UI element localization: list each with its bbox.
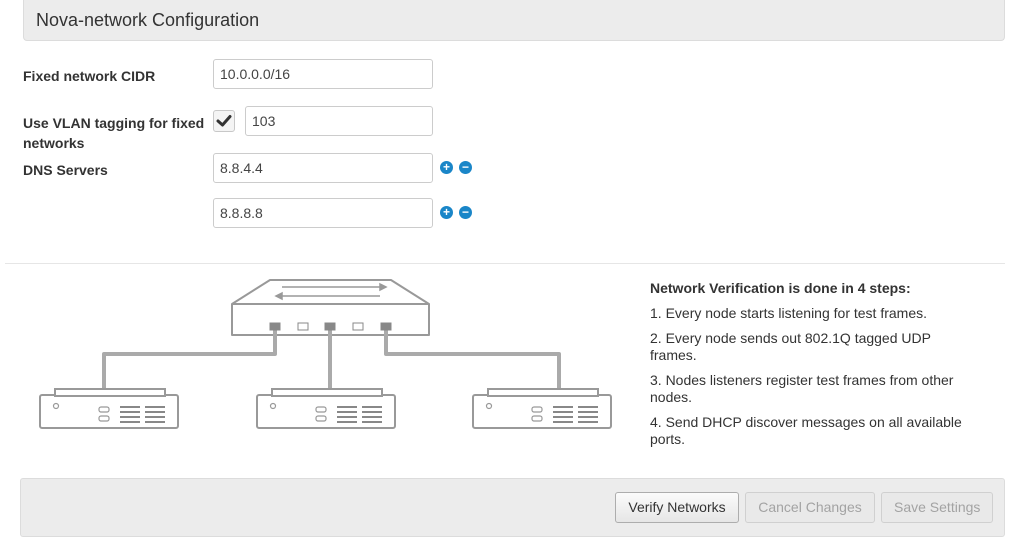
cancel-changes-button[interactable]: Cancel Changes [745, 492, 875, 523]
checkmark-icon [216, 115, 232, 127]
vlan-label-line2: networks [23, 135, 85, 151]
verification-step: 4. Send DHCP discover messages on all av… [650, 414, 962, 447]
verification-step: 2. Every node sends out 802.1Q tagged UD… [650, 330, 931, 363]
save-settings-button[interactable]: Save Settings [881, 492, 993, 523]
cable [384, 330, 561, 392]
vlan-label-line1: Use VLAN tagging for fixed [23, 115, 205, 131]
section-divider [5, 263, 1005, 264]
dns-server-input[interactable] [213, 198, 433, 228]
minus-circle-icon[interactable]: − [459, 161, 472, 174]
verification-title: Network Verification is done in 4 steps: [650, 280, 911, 296]
page-title: Nova-network Configuration [36, 10, 260, 30]
cidr-input[interactable] [213, 59, 433, 89]
section-header: Nova-network Configuration [23, 0, 1005, 41]
verification-step: 1. Every node starts listening for test … [650, 305, 928, 321]
plus-circle-icon[interactable]: + [440, 206, 453, 219]
plus-circle-icon[interactable]: + [440, 161, 453, 174]
verification-step: 3. Nodes listeners register test frames … [650, 372, 954, 405]
vlan-label: Use VLAN tagging for fixed networks [23, 113, 204, 153]
verification-info: Network Verification is done in 4 steps:… [650, 280, 980, 456]
dns-label: DNS Servers [23, 162, 108, 178]
cidr-label: Fixed network CIDR [23, 68, 156, 84]
dns-server-input[interactable] [213, 153, 433, 183]
server-icon [472, 388, 612, 429]
minus-circle-icon[interactable]: − [459, 206, 472, 219]
vlan-checkbox[interactable] [213, 110, 235, 132]
server-icon [256, 388, 396, 429]
cable [102, 330, 277, 392]
action-bar: Verify Networks Cancel Changes Save Sett… [20, 478, 1005, 537]
network-diagram [39, 279, 612, 429]
server-icon [39, 388, 179, 429]
vlan-id-input[interactable] [245, 106, 433, 136]
verify-networks-button[interactable]: Verify Networks [615, 492, 739, 523]
